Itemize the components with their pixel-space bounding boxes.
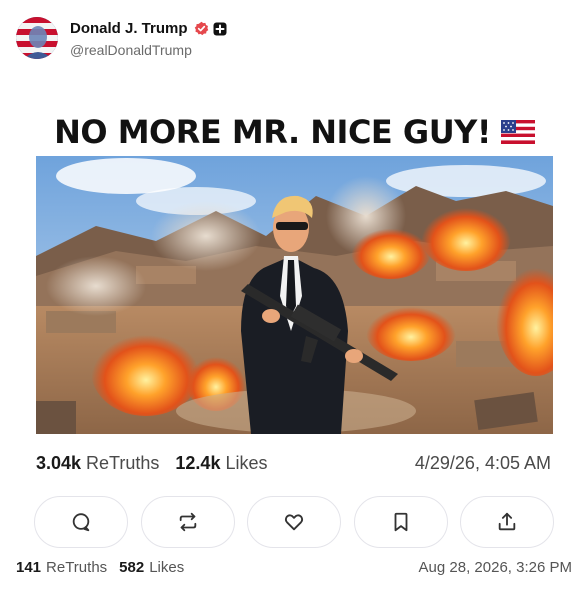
author-handle[interactable]: @realDonaldTrump [70,42,227,58]
image-headline: NO MORE MR. NICE GUY! [36,110,553,154]
likes-label: Likes [225,452,268,473]
share-icon [498,512,516,531]
post-header: Donald J. Trump @realDonaldTrump [16,16,227,60]
footer-likes-label: Likes [149,558,185,576]
retruth-button[interactable] [140,496,235,548]
post-stats: 3.04k ReTruths 12.4k Likes 4/29/26, 4:05… [36,450,551,476]
bookmark-button[interactable] [353,496,448,548]
headline-text: NO MORE MR. NICE GUY! [54,113,491,151]
man-with-rifle-explosions-image [36,156,553,434]
heart-icon [284,514,304,531]
footer-retruths-count: 141 [16,558,42,576]
author-display-name[interactable]: Donald J. Trump [70,20,188,37]
post-timestamp[interactable]: 4/29/26, 4:05 AM [415,453,551,474]
retruths-stat[interactable]: 3.04k ReTruths [36,453,159,474]
likes-count: 12.4k [175,452,221,473]
footer-likes-count: 582 [119,558,145,576]
reply-icon [72,513,90,532]
retruth-icon [179,512,196,532]
likes-stat[interactable]: 12.4k Likes [175,453,267,474]
bookmark-icon [394,512,407,532]
like-button[interactable] [247,496,341,548]
retruths-label: ReTruths [86,452,160,473]
verified-badge-icon [194,21,208,36]
share-button[interactable] [460,496,554,548]
author-names: Donald J. Trump @realDonaldTrump [70,19,227,58]
action-bar [34,496,554,548]
us-flag-icon [500,120,535,144]
avatar[interactable] [16,17,58,59]
plus-badge-icon [213,22,227,35]
footer-retruths-label: ReTruths [46,558,108,576]
footer-timestamp[interactable]: Aug 28, 2026, 3:26 PM [419,559,572,576]
footer-likes-stat[interactable]: 582 Likes [119,559,184,576]
retruths-count: 3.04k [36,452,82,473]
post-image[interactable]: NO MORE MR. NICE GUY! [36,104,553,434]
reply-button[interactable] [34,496,128,548]
footer-retruths-stat[interactable]: 141 ReTruths [16,559,107,576]
footer-stats: 141 ReTruths 582 Likes Aug 28, 2026, 3:2… [16,556,572,578]
